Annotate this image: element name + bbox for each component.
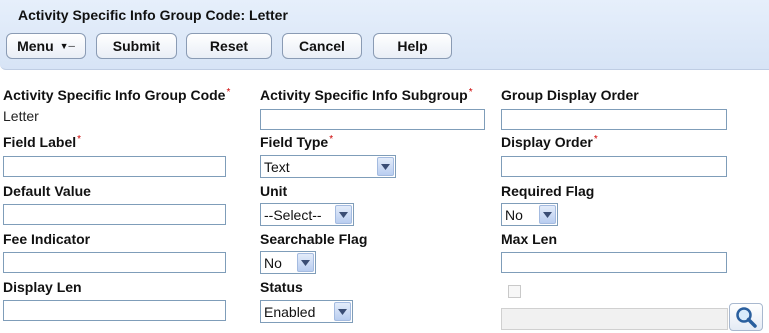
search-icon xyxy=(736,307,757,328)
cancel-button[interactable]: Cancel xyxy=(282,33,362,59)
subgroup-label: Activity Specific Info Subgroup* xyxy=(260,87,473,103)
help-button[interactable]: Help xyxy=(373,33,452,59)
menu-button[interactable]: Menu ▼─ xyxy=(6,33,86,59)
field-label-label: Field Label* xyxy=(3,134,82,150)
display-len-input[interactable] xyxy=(3,300,226,321)
group-code-value: Letter xyxy=(3,108,39,124)
page-header: Activity Specific Info Group Code: Lette… xyxy=(0,0,769,70)
unit-label: Unit xyxy=(260,183,288,199)
chevron-down-icon[interactable] xyxy=(539,205,556,224)
status-selected: Enabled xyxy=(264,303,316,320)
searchable-flag-select[interactable]: No xyxy=(260,251,316,274)
group-display-order-input[interactable] xyxy=(501,109,727,130)
required-flag-selected: No xyxy=(505,206,523,223)
required-flag-select[interactable]: No xyxy=(501,203,558,226)
group-code-label: Activity Specific Info Group Code* xyxy=(3,87,231,103)
field-type-label: Field Type* xyxy=(260,134,334,150)
required-marker: * xyxy=(77,134,82,145)
unit-select[interactable]: --Select-- xyxy=(260,203,354,226)
status-select[interactable]: Enabled xyxy=(260,300,353,323)
fee-indicator-label: Fee Indicator xyxy=(3,231,91,247)
required-flag-label: Required Flag xyxy=(501,183,595,199)
chevron-down-icon[interactable] xyxy=(297,253,314,272)
display-len-label: Display Len xyxy=(3,279,82,295)
chevron-down-icon[interactable] xyxy=(335,205,352,224)
display-order-label: Display Order* xyxy=(501,134,598,150)
default-value-label: Default Value xyxy=(3,183,91,199)
menu-dropdown-icon: ▼─ xyxy=(59,41,75,51)
menu-button-label: Menu xyxy=(17,38,54,54)
required-marker: * xyxy=(329,134,334,145)
field-type-select[interactable]: Text xyxy=(260,155,396,178)
display-order-input[interactable] xyxy=(501,156,727,177)
chevron-down-icon[interactable] xyxy=(334,302,351,321)
max-len-label: Max Len xyxy=(501,231,558,247)
search-button[interactable] xyxy=(729,303,763,331)
disabled-checkbox[interactable] xyxy=(508,285,521,298)
fee-indicator-input[interactable] xyxy=(3,252,226,273)
reset-button[interactable]: Reset xyxy=(186,33,272,59)
required-marker: * xyxy=(593,134,598,145)
max-len-input[interactable] xyxy=(501,252,727,273)
unit-selected: --Select-- xyxy=(264,206,322,223)
field-type-selected: Text xyxy=(264,158,290,175)
lookup-input[interactable] xyxy=(501,308,728,330)
required-marker: * xyxy=(226,87,231,98)
chevron-down-icon[interactable] xyxy=(377,157,394,176)
subgroup-input[interactable] xyxy=(260,109,485,130)
group-display-order-label: Group Display Order xyxy=(501,87,639,103)
default-value-input[interactable] xyxy=(3,204,226,225)
required-marker: * xyxy=(468,87,473,98)
submit-button[interactable]: Submit xyxy=(96,33,177,59)
page-title: Activity Specific Info Group Code: Lette… xyxy=(18,7,288,23)
searchable-flag-label: Searchable Flag xyxy=(260,231,368,247)
searchable-flag-selected: No xyxy=(264,254,282,271)
status-label: Status xyxy=(260,279,303,295)
field-label-input[interactable] xyxy=(3,156,226,177)
